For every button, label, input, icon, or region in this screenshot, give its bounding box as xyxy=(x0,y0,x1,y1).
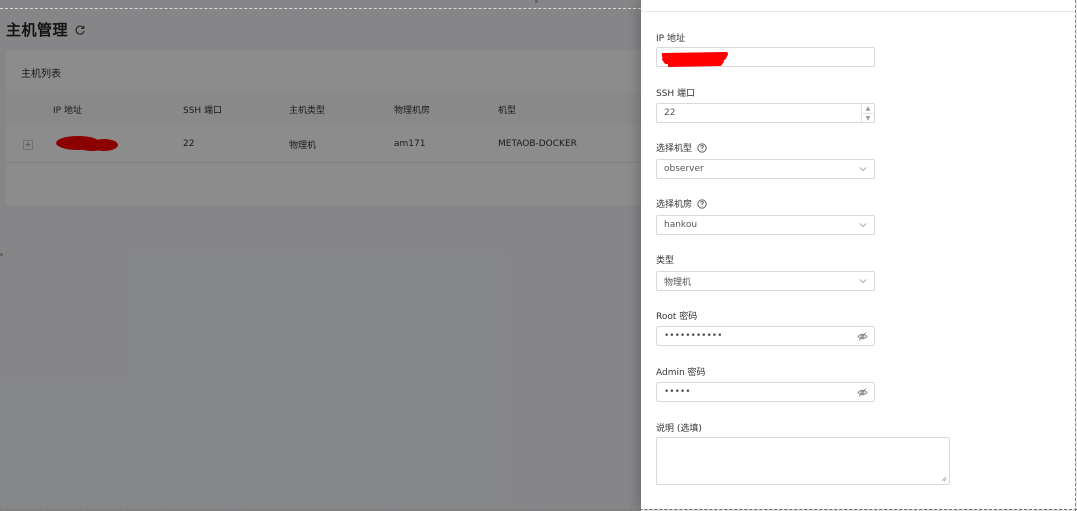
admin-password-input[interactable]: ••••• xyxy=(656,382,875,402)
ssh-port-stepper[interactable]: 22 ▲ ▼ xyxy=(656,103,875,123)
root-password-value: ••••••••••• xyxy=(664,331,723,341)
chevron-down-icon xyxy=(859,279,867,284)
idc-label: 选择机房 xyxy=(656,197,707,210)
redacted-ip-scribble xyxy=(661,52,728,67)
idc-select-value: hankou xyxy=(664,220,698,230)
description-label: 说明 (选填) xyxy=(656,424,702,434)
resize-grip-icon[interactable] xyxy=(941,476,947,482)
chevron-down-icon xyxy=(859,167,867,172)
model-label-text: 选择机型 xyxy=(656,144,693,154)
increment-icon[interactable]: ▲ xyxy=(862,104,874,114)
root-password-label: Root 密码 xyxy=(656,312,698,322)
type-select[interactable]: 物理机 xyxy=(656,271,875,291)
admin-password-label: Admin 密码 xyxy=(656,368,706,378)
model-select[interactable]: observer xyxy=(656,159,875,179)
resize-handle-top[interactable] xyxy=(535,0,538,3)
resize-handle-left[interactable] xyxy=(0,253,3,256)
ip-label: IP 地址 xyxy=(656,34,685,44)
help-icon[interactable] xyxy=(697,198,707,209)
ssh-port-value: 22 xyxy=(664,108,676,118)
root-password-input[interactable]: ••••••••••• xyxy=(656,326,875,346)
chevron-down-icon xyxy=(859,223,867,228)
model-label: 选择机型 xyxy=(656,141,707,154)
type-label: 类型 xyxy=(656,256,675,266)
description-textarea[interactable] xyxy=(656,437,950,485)
idc-select[interactable]: hankou xyxy=(656,215,875,235)
decrement-icon[interactable]: ▼ xyxy=(862,114,874,123)
admin-password-value: ••••• xyxy=(664,387,691,397)
selection-border-bottom xyxy=(0,509,1077,510)
selection-border-right xyxy=(1075,0,1076,511)
edit-host-drawer: IP 地址 SSH 端口 22 ▲ ▼ 选择机型 observer 选择机房 h… xyxy=(641,0,1075,509)
drawer-overlay-mask[interactable] xyxy=(0,0,641,511)
selection-border-top xyxy=(0,8,641,9)
model-select-value: observer xyxy=(664,164,704,174)
idc-label-text: 选择机房 xyxy=(656,200,693,210)
drawer-header-divider xyxy=(641,11,1075,12)
eye-off-icon[interactable] xyxy=(857,387,868,398)
stepper-controls[interactable]: ▲ ▼ xyxy=(861,104,874,122)
eye-off-icon[interactable] xyxy=(857,331,868,342)
type-select-value: 物理机 xyxy=(664,277,692,288)
help-icon[interactable] xyxy=(697,142,707,153)
ssh-port-label: SSH 端口 xyxy=(656,89,696,99)
